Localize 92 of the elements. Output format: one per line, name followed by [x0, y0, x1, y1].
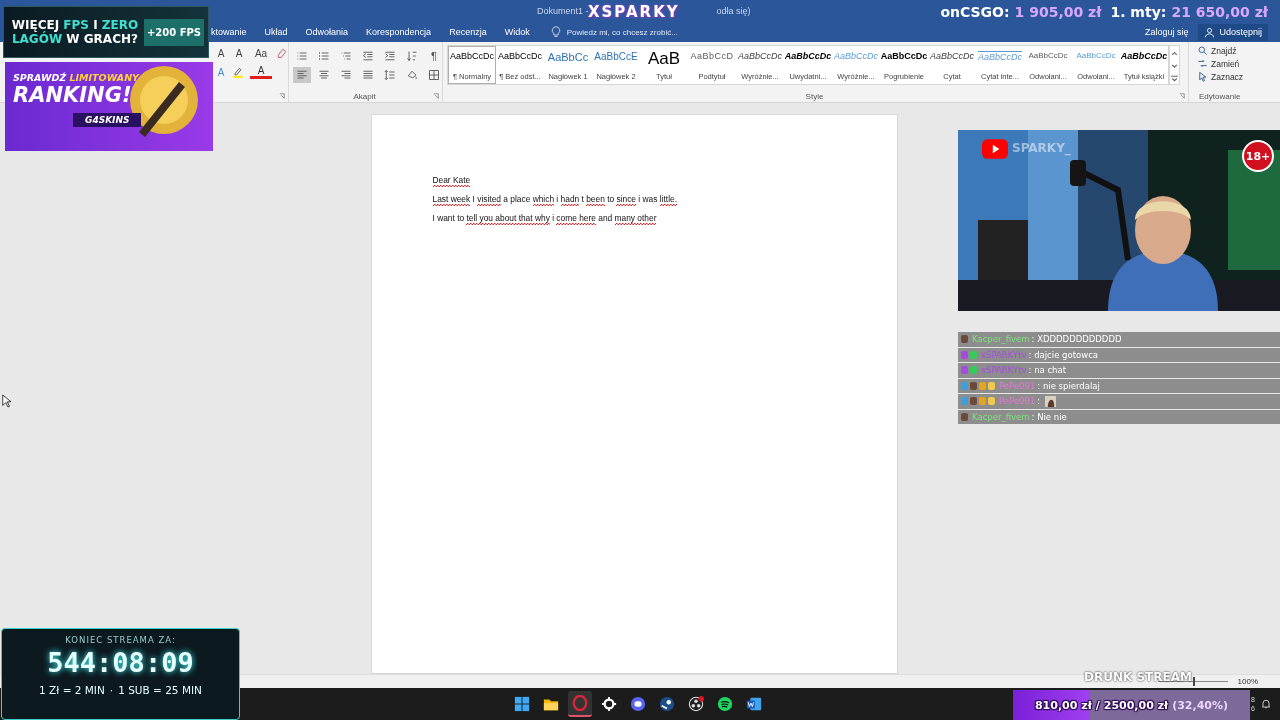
goal-target: 2500,00 zł	[1103, 698, 1169, 712]
lightbulb-icon	[549, 26, 562, 38]
dialog-launcher-icon[interactable]	[433, 93, 439, 99]
ring-icon	[572, 695, 588, 711]
goal-current: 810,00 zł	[1034, 698, 1092, 712]
editing-button[interactable]: Znajdź	[1193, 45, 1244, 56]
group-label: Style	[804, 92, 825, 101]
ribbon-tab[interactable]: ktowanie	[205, 25, 253, 39]
four-squares-icon	[514, 696, 530, 712]
increase-indent-icon[interactable]	[384, 50, 396, 62]
gear-icon	[601, 696, 617, 712]
numbered-list-icon[interactable]	[318, 50, 330, 62]
channel-name: SPARKY_	[1012, 141, 1071, 155]
highlighter-icon[interactable]	[232, 66, 244, 78]
chat-text: : nie spierdalaj	[1037, 380, 1100, 391]
editing-button[interactable]: Zaznacz	[1193, 71, 1244, 82]
chat-username: xSPARKYtv	[981, 365, 1027, 376]
timer-rate: 1 SUB = 25 MIN	[118, 684, 202, 696]
multilevel-list-icon[interactable]	[340, 50, 352, 62]
dialog-launcher-icon[interactable]	[279, 93, 285, 99]
decrease-indent-icon[interactable]	[362, 50, 374, 62]
window-title: odła się)	[716, 6, 751, 16]
stat-value: 1 905,00 zł	[1014, 4, 1102, 20]
pointer-icon	[1197, 71, 1208, 82]
paint-bucket-icon[interactable]	[406, 69, 418, 81]
chat-text: :	[1037, 396, 1041, 407]
channel-logo: XSPARKY	[588, 3, 680, 21]
ad-badge: +200 FPS	[143, 18, 204, 46]
timer-countdown: 544:08:09	[47, 647, 194, 678]
brand-logo: G4SKINS	[73, 113, 142, 127]
ribbon-tab[interactable]: Recenzja	[443, 25, 493, 39]
dialog-launcher-icon[interactable]	[1179, 93, 1185, 99]
ribbon-tab[interactable]: Odwołania	[299, 25, 355, 39]
chat-username: Kacper_fivem	[972, 334, 1030, 345]
chat-bubble-icon	[630, 696, 646, 712]
ribbon-tab[interactable]: Widok	[498, 25, 536, 39]
ribbon-tab[interactable]: Korespondencja	[360, 25, 438, 39]
show-marks-button[interactable]: ¶	[425, 48, 443, 64]
goal-percent: (32,40%)	[1172, 698, 1229, 712]
change-case-button[interactable]: Aa	[250, 47, 272, 59]
borders-icon[interactable]	[428, 69, 440, 81]
align-right-icon[interactable]	[340, 69, 352, 81]
tell-me-field[interactable]: Powiedz mi, co chcesz zrobić...	[549, 26, 699, 38]
chat-username: Kacper_fivem	[972, 411, 1030, 422]
sort-icon[interactable]	[406, 50, 418, 62]
goal-separator: /	[1095, 698, 1100, 712]
window-title: Dokument1 -	[537, 6, 589, 16]
chat-username: xSPARKYtv	[981, 349, 1027, 360]
align-left-icon[interactable]	[296, 69, 308, 81]
mouse-cursor-icon	[2, 394, 11, 408]
circle-icon	[659, 696, 675, 712]
stat-label: onCSGO:	[940, 4, 1010, 20]
chat-text: : XDDDDDDDDDDDD	[1031, 334, 1122, 345]
justify-icon[interactable]	[362, 69, 374, 81]
ribbon-tab[interactable]: Układ	[258, 25, 294, 39]
ad-headline: WIĘCEJ FPS I ZERO LAGÓW W GRACH?	[10, 18, 140, 46]
timer-title: KONIEC STREAMA ZA:	[65, 635, 176, 645]
document-paragraph: I want to tell you about that why i come here and many other	[432, 213, 658, 223]
chat-text: : Nie nie	[1031, 411, 1067, 422]
stat-value: 21 650,00 zł	[1171, 4, 1268, 20]
line-spacing-icon[interactable]	[384, 69, 396, 81]
align-center-icon[interactable]	[318, 69, 330, 81]
replace-icon	[1197, 58, 1208, 69]
stat-label: 1. mty:	[1110, 4, 1167, 20]
document-paragraph: Dear Kate	[432, 175, 472, 185]
eraser-icon[interactable]	[276, 47, 288, 59]
zoom-level[interactable]: 100%	[1237, 677, 1258, 686]
sound-waves-icon	[717, 696, 733, 712]
share-button[interactable]: Udostępnij	[1198, 23, 1268, 41]
font-color-button[interactable]: A	[250, 65, 272, 79]
timer-rate: 1 Zł = 2 MIN	[39, 684, 105, 696]
chat-text: : na chat	[1028, 365, 1067, 376]
banner-headline: RANKING!	[13, 83, 132, 107]
youtube-icon	[982, 139, 1008, 159]
chat-text: : dajcie gotowca	[1028, 349, 1099, 360]
editing-button[interactable]: Zamień	[1193, 58, 1244, 69]
group-label: Akapit	[352, 92, 377, 101]
chat-username: PePe091	[999, 380, 1036, 391]
search-icon	[1197, 45, 1208, 56]
sign-in-link[interactable]: Zaloguj się	[1138, 26, 1195, 38]
three-dots-icon	[688, 696, 704, 712]
banner-text: SPRAWDŹ LIMITOWANY	[13, 72, 139, 83]
timer-rate: ·	[109, 684, 114, 696]
document-icon	[746, 696, 762, 712]
person-icon	[1204, 26, 1216, 38]
stream-title: DRUNK STREAM	[1084, 670, 1192, 684]
document-paragraph: Last week I visited a place which i hadn t been to since i was little.	[432, 194, 679, 204]
grow-font-button[interactable]: A	[214, 47, 228, 59]
notification-icon[interactable]	[1260, 698, 1272, 710]
chat-username: PePe091	[999, 396, 1036, 407]
shrink-font-button[interactable]: A	[232, 47, 246, 59]
gallery-scroll[interactable]	[1169, 45, 1180, 85]
